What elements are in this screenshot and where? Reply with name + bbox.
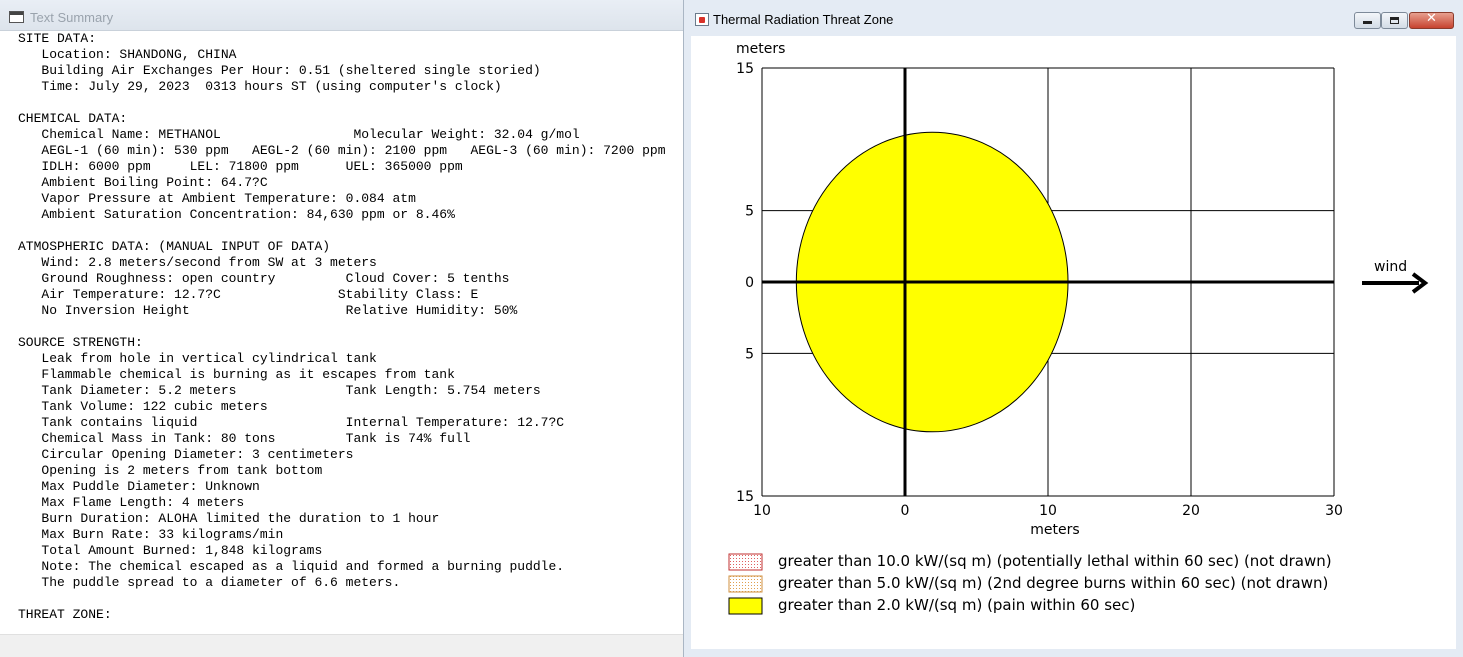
y-tick-label: 15: [736, 489, 754, 505]
x-tick-label: 30: [1325, 503, 1343, 519]
x-tick-label: 10: [753, 503, 771, 519]
threat-zone-window: Thermal Radiation Threat Zone ✕ 10 0 10 20 3…: [683, 0, 1463, 657]
legend-swatch-burns: [728, 575, 763, 593]
wind-indicator: wind: [1362, 259, 1429, 294]
y-axis-label: meters: [736, 41, 785, 57]
threat-zone-plot-area: 10 0 10 20 30 15 5 0 5 15 meters meters wind: [691, 36, 1456, 649]
legend-label-lethal: greater than 10.0 kW/(sq m) (potentially…: [778, 552, 1332, 570]
legend-label-burns: greater than 5.0 kW/(sq m) (2nd degree b…: [778, 574, 1328, 592]
text-summary-titlebar[interactable]: Text Summary: [0, 0, 683, 31]
x-tick-label: 20: [1182, 503, 1200, 519]
x-tick-label: 10: [1039, 503, 1057, 519]
legend-item-pain: greater than 2.0 kW/(sq m) (pain within …: [728, 596, 1135, 615]
horizontal-scrollbar[interactable]: [0, 634, 683, 657]
threat-zone-title: Thermal Radiation Threat Zone: [713, 12, 894, 27]
close-button[interactable]: ✕: [1409, 11, 1454, 29]
text-summary-window: Text Summary SITE DATA: Location: SHANDO…: [0, 0, 683, 657]
close-icon: ✕: [1426, 11, 1437, 26]
legend-item-burns: greater than 5.0 kW/(sq m) (2nd degree b…: [728, 574, 1328, 593]
minimize-icon: [1363, 21, 1372, 24]
threat-zone-chart: 10 0 10 20 30 15 5 0 5 15 meters meters wind: [728, 41, 1429, 615]
wind-label: wind: [1374, 259, 1407, 275]
maximize-button[interactable]: [1381, 12, 1408, 29]
y-tick-label: 15: [736, 61, 754, 77]
summary-text: SITE DATA: Location: SHANDONG, CHINA Bui…: [18, 31, 666, 622]
legend: greater than 10.0 kW/(sq m) (potentially…: [728, 552, 1332, 615]
threat-zone-titlebar[interactable]: Thermal Radiation Threat Zone ✕: [684, 0, 1463, 36]
threat-zone-app-icon: [695, 13, 709, 26]
app-window-icon: [9, 11, 24, 23]
minimize-button[interactable]: [1354, 12, 1381, 29]
x-axis-label: meters: [1030, 522, 1079, 538]
legend-swatch-pain: [728, 597, 763, 615]
text-summary-title: Text Summary: [30, 10, 114, 25]
y-tick-label: 5: [745, 204, 754, 220]
maximize-icon: [1390, 17, 1399, 24]
x-tick-label: 0: [901, 503, 910, 519]
y-tick-label: 0: [745, 275, 754, 291]
y-tick-label: 5: [745, 346, 754, 362]
legend-swatch-lethal: [728, 553, 763, 571]
legend-label-pain: greater than 2.0 kW/(sq m) (pain within …: [778, 596, 1135, 614]
legend-item-lethal: greater than 10.0 kW/(sq m) (potentially…: [728, 552, 1332, 571]
